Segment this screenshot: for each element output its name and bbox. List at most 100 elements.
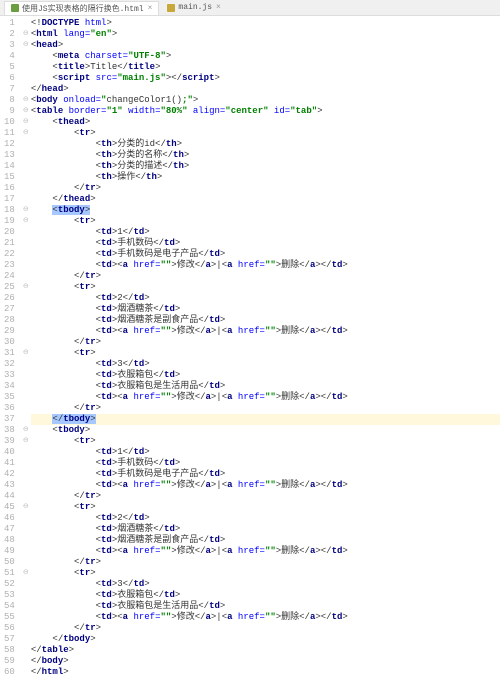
fold-marker[interactable]: ⊖: [21, 502, 31, 513]
code-line[interactable]: <tr>: [31, 282, 500, 293]
code-line[interactable]: </body>: [31, 656, 500, 667]
code-line[interactable]: <tbody>: [31, 425, 500, 436]
code-line[interactable]: </thead>: [31, 194, 500, 205]
code-line[interactable]: <td><a href="">修改</a>|<a href="">删除</a><…: [31, 612, 500, 623]
fold-marker[interactable]: ⊖: [21, 128, 31, 139]
code-line[interactable]: <script src="main.js"></script>: [31, 73, 500, 84]
code-line[interactable]: <td>烟酒糖茶是副食产品</td>: [31, 315, 500, 326]
code-line[interactable]: <td>衣服箱包</td>: [31, 590, 500, 601]
code-line[interactable]: </tbody>: [31, 634, 500, 645]
code-line[interactable]: </tr>: [31, 557, 500, 568]
fold-marker[interactable]: ⊖: [21, 29, 31, 40]
code-line[interactable]: <td>烟酒糖茶是副食产品</td>: [31, 535, 500, 546]
code-line[interactable]: <th>操作</th>: [31, 172, 500, 183]
code-line[interactable]: </tr>: [31, 623, 500, 634]
code-line[interactable]: <!DOCTYPE html>: [31, 18, 500, 29]
code-line[interactable]: </tr>: [31, 491, 500, 502]
code-line[interactable]: <td>1</td>: [31, 447, 500, 458]
code-line[interactable]: <td>3</td>: [31, 359, 500, 370]
code-line[interactable]: <td><a href="">修改</a>|<a href="">删除</a><…: [31, 480, 500, 491]
fold-marker: [21, 656, 31, 667]
code-line[interactable]: <th>分类的描述</th>: [31, 161, 500, 172]
fold-marker: [21, 370, 31, 381]
fold-marker: [21, 337, 31, 348]
fold-marker[interactable]: ⊖: [21, 436, 31, 447]
close-icon[interactable]: ×: [216, 3, 221, 12]
line-number: 36: [4, 403, 15, 414]
line-number: 52: [4, 579, 15, 590]
fold-marker[interactable]: ⊖: [21, 568, 31, 579]
code-line[interactable]: <td>2</td>: [31, 513, 500, 524]
code-line[interactable]: <tbody>: [31, 205, 500, 216]
code-line[interactable]: <td>手机数码</td>: [31, 238, 500, 249]
code-line[interactable]: </tr>: [31, 271, 500, 282]
fold-marker[interactable]: ⊖: [21, 348, 31, 359]
code-line[interactable]: <title>Title</title>: [31, 62, 500, 73]
code-line[interactable]: <td>衣服箱包是生活用品</td>: [31, 381, 500, 392]
code-editor[interactable]: 1234567891011121314151617181920212223242…: [0, 16, 500, 680]
code-line[interactable]: <td><a href="">修改</a>|<a href="">删除</a><…: [31, 546, 500, 557]
code-line[interactable]: <meta charset="UTF-8">: [31, 51, 500, 62]
code-line[interactable]: <td>3</td>: [31, 579, 500, 590]
fold-marker[interactable]: ⊖: [21, 117, 31, 128]
code-line[interactable]: <th>分类的id</th>: [31, 139, 500, 150]
line-number: 59: [4, 656, 15, 667]
tab-1[interactable]: main.js×: [161, 2, 226, 13]
code-line[interactable]: <tr>: [31, 502, 500, 513]
fold-marker[interactable]: ⊖: [21, 205, 31, 216]
code-line[interactable]: <td>烟酒糖茶</td>: [31, 524, 500, 535]
line-number: 7: [4, 84, 15, 95]
fold-marker[interactable]: ⊖: [21, 425, 31, 436]
tab-0[interactable]: 使用JS实现表格的隔行换色.html×: [4, 1, 159, 15]
code-line[interactable]: <td>手机数码是电子产品</td>: [31, 249, 500, 260]
code-line[interactable]: <td><a href="">修改</a>|<a href="">删除</a><…: [31, 326, 500, 337]
line-number: 46: [4, 513, 15, 524]
code-line[interactable]: </tr>: [31, 337, 500, 348]
code-line[interactable]: <tr>: [31, 436, 500, 447]
line-number: 48: [4, 535, 15, 546]
fold-marker[interactable]: ⊖: [21, 106, 31, 117]
fold-marker[interactable]: ⊖: [21, 40, 31, 51]
code-line[interactable]: <td>手机数码是电子产品</td>: [31, 469, 500, 480]
code-line[interactable]: </html>: [31, 667, 500, 678]
line-number: 45: [4, 502, 15, 513]
code-line[interactable]: <tr>: [31, 568, 500, 579]
code-line[interactable]: <td><a href="">修改</a>|<a href="">删除</a><…: [31, 392, 500, 403]
code-line[interactable]: <td>2</td>: [31, 293, 500, 304]
code-line[interactable]: </tr>: [31, 183, 500, 194]
code-line[interactable]: <td>手机数码</td>: [31, 458, 500, 469]
fold-marker: [21, 227, 31, 238]
code-line[interactable]: <table border="1" width="80%" align="cen…: [31, 106, 500, 117]
fold-marker[interactable]: ⊖: [21, 95, 31, 106]
code-line[interactable]: </tbody>: [31, 414, 500, 425]
code-line[interactable]: <td>烟酒糖茶</td>: [31, 304, 500, 315]
code-line[interactable]: <html lang="en">: [31, 29, 500, 40]
fold-marker: [21, 161, 31, 172]
code-line[interactable]: <tr>: [31, 128, 500, 139]
code-line[interactable]: </table>: [31, 645, 500, 656]
line-number: 2: [4, 29, 15, 40]
fold-marker[interactable]: ⊖: [21, 282, 31, 293]
line-number: 26: [4, 293, 15, 304]
code-line[interactable]: <td>1</td>: [31, 227, 500, 238]
code-line[interactable]: <th>分类的名称</th>: [31, 150, 500, 161]
code-line[interactable]: <tr>: [31, 348, 500, 359]
code-line[interactable]: <head>: [31, 40, 500, 51]
line-number: 58: [4, 645, 15, 656]
code-line[interactable]: <td>衣服箱包</td>: [31, 370, 500, 381]
line-number: 6: [4, 73, 15, 84]
line-number: 24: [4, 271, 15, 282]
code-line[interactable]: <td><a href="">修改</a>|<a href="">删除</a><…: [31, 260, 500, 271]
code-line[interactable]: </tr>: [31, 403, 500, 414]
code-line[interactable]: <body onload="changeColor1();">: [31, 95, 500, 106]
fold-marker[interactable]: ⊖: [21, 216, 31, 227]
code-line[interactable]: <td>衣服箱包是生活用品</td>: [31, 601, 500, 612]
code-area[interactable]: <!DOCTYPE html><html lang="en"><head> <m…: [31, 16, 500, 680]
fold-marker: [21, 491, 31, 502]
fold-marker: [21, 62, 31, 73]
code-line[interactable]: <thead>: [31, 117, 500, 128]
close-icon[interactable]: ×: [148, 4, 153, 13]
line-number: 30: [4, 337, 15, 348]
code-line[interactable]: </head>: [31, 84, 500, 95]
code-line[interactable]: <tr>: [31, 216, 500, 227]
